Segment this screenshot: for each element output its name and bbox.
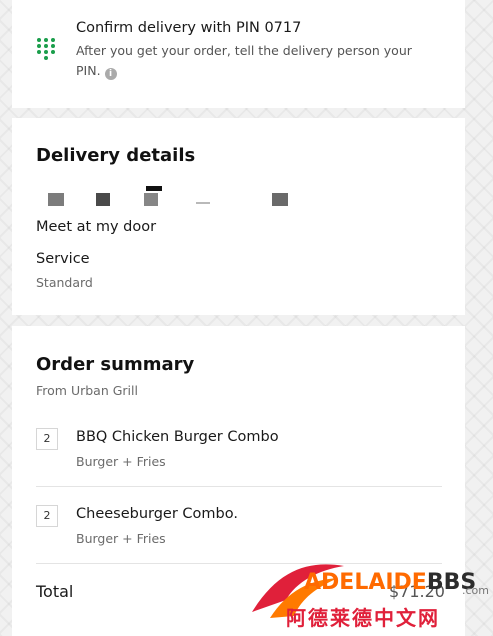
delivery-details-card: Delivery details Meet at my door Service…: [12, 118, 465, 315]
item-options: Burger + Fries: [76, 454, 166, 469]
watermark-suffix: .com: [462, 584, 489, 597]
service-value: Standard: [36, 275, 93, 290]
quantity-badge: 2: [36, 428, 58, 450]
total-label: Total: [36, 582, 74, 601]
watermark-brand: ADELAIDEBBS: [304, 570, 476, 595]
pin-title: Confirm delivery with PIN 0717: [76, 20, 302, 36]
item-name: Cheeseburger Combo.: [76, 506, 238, 522]
pin-confirm-card: Confirm delivery with PIN 0717 After you…: [12, 0, 465, 108]
delivery-details-title: Delivery details: [36, 145, 196, 166]
item-options: Burger + Fries: [76, 531, 166, 546]
order-summary-title: Order summary: [36, 354, 195, 375]
pin-description-text: After you get your order, tell the deliv…: [76, 43, 412, 78]
item-name: BBQ Chicken Burger Combo: [76, 429, 279, 445]
quantity-badge: 2: [36, 505, 58, 527]
info-icon[interactable]: i: [104, 68, 117, 80]
list-item: 2 BBQ Chicken Burger Combo Burger + Frie…: [36, 428, 442, 494]
pin-description: After you get your order, tell the deliv…: [76, 41, 436, 81]
keypad-icon: [37, 38, 57, 60]
watermark-brand-left: ADELAIDE: [304, 570, 427, 595]
restaurant-name: From Urban Grill: [36, 383, 138, 398]
watermark-chinese: 阿德莱德中文网: [286, 606, 440, 630]
service-label: Service: [36, 251, 90, 267]
dropoff-option: Meet at my door: [36, 219, 157, 235]
divider: [36, 486, 442, 487]
redacted-address: [36, 186, 366, 208]
